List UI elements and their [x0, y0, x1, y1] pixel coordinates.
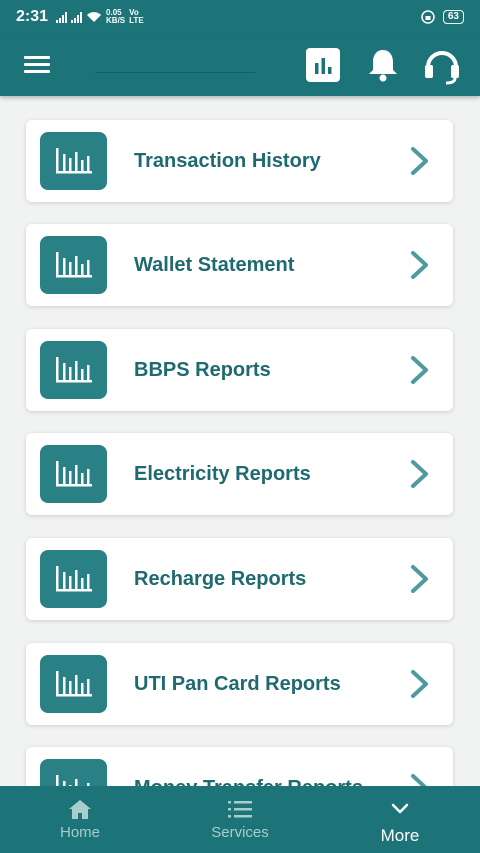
- report-label: Wallet Statement: [134, 254, 295, 276]
- reports-icon: [306, 48, 340, 82]
- bottom-nav: Home Services More: [0, 786, 480, 853]
- report-label: Recharge Reports: [134, 568, 307, 590]
- network-type: Vo LTE: [129, 9, 144, 25]
- list-icon: [228, 801, 252, 818]
- lock-rotation-icon: [421, 10, 435, 24]
- reports-button[interactable]: [303, 45, 343, 85]
- report-item-bbps-reports[interactable]: BBPS Reports: [26, 329, 453, 411]
- status-time: 2:31: [16, 8, 49, 25]
- status-right: 63: [421, 10, 464, 24]
- notifications-button[interactable]: [363, 45, 403, 85]
- net-speed: 0.05 KB/S: [106, 9, 125, 25]
- report-item-recharge-reports[interactable]: Recharge Reports: [26, 538, 453, 620]
- report-item-money-transfer-reports[interactable]: Money Transfer Reports: [26, 747, 453, 786]
- home-icon: [69, 800, 91, 819]
- report-item-wallet-statement[interactable]: Wallet Statement: [26, 224, 453, 306]
- bar-chart-icon: [40, 445, 107, 503]
- menu-icon-bar: [24, 70, 50, 73]
- signal-icon: [56, 11, 68, 23]
- nav-item-services[interactable]: Services: [160, 786, 320, 853]
- report-item-uti-pan-card-reports[interactable]: UTI Pan Card Reports: [26, 643, 453, 725]
- report-item-transaction-history[interactable]: Transaction History: [26, 120, 453, 202]
- wifi-icon: [87, 12, 102, 22]
- menu-icon-bar: [24, 63, 50, 66]
- bar-chart-icon: [40, 759, 107, 786]
- report-label: UTI Pan Card Reports: [134, 673, 341, 695]
- chevron-down-icon: [391, 803, 409, 814]
- bar-chart-icon: [40, 655, 107, 713]
- net-speed-unit: KB/S: [106, 16, 126, 25]
- report-label: Money Transfer Reports: [134, 747, 363, 786]
- chevron-right-icon: [411, 356, 428, 384]
- bar-chart-icon: [40, 236, 107, 294]
- reports-list: Transaction History Wallet Statement BBP…: [0, 96, 480, 786]
- chevron-right-icon: [411, 251, 428, 279]
- nav-item-home[interactable]: Home: [0, 786, 160, 853]
- bar-chart-icon: [40, 341, 107, 399]
- signal-icon: [71, 11, 83, 23]
- network-type-bottom: LTE: [129, 16, 144, 25]
- menu-icon-bar: [24, 56, 50, 59]
- chevron-right-icon: [411, 460, 428, 488]
- report-label: Transaction History: [134, 150, 321, 172]
- nav-item-more[interactable]: More: [320, 786, 480, 853]
- chevron-right-icon: [411, 670, 428, 698]
- chevron-right-icon: [411, 565, 428, 593]
- battery-indicator: 63: [442, 10, 464, 24]
- bar-chart-icon: [40, 132, 107, 190]
- bell-icon: [369, 50, 397, 82]
- status-icons: 0.05 KB/S Vo LTE: [56, 9, 144, 25]
- title-underline: [95, 72, 255, 73]
- app-bar: [0, 34, 480, 96]
- report-item-electricity-reports[interactable]: Electricity Reports: [26, 433, 453, 515]
- chevron-right-icon: [411, 774, 427, 786]
- nav-label: Home: [59, 824, 100, 841]
- support-button[interactable]: [422, 45, 462, 85]
- report-label: BBPS Reports: [134, 359, 271, 381]
- menu-button[interactable]: [24, 54, 52, 76]
- report-label: Electricity Reports: [134, 463, 311, 485]
- status-bar: 2:31 0.05 KB/S Vo LTE 63: [0, 0, 480, 34]
- bar-chart-icon: [40, 550, 107, 608]
- nav-label: More: [380, 826, 420, 845]
- headset-icon: [425, 51, 459, 85]
- nav-label: Services: [211, 824, 269, 841]
- chevron-right-icon: [411, 147, 428, 175]
